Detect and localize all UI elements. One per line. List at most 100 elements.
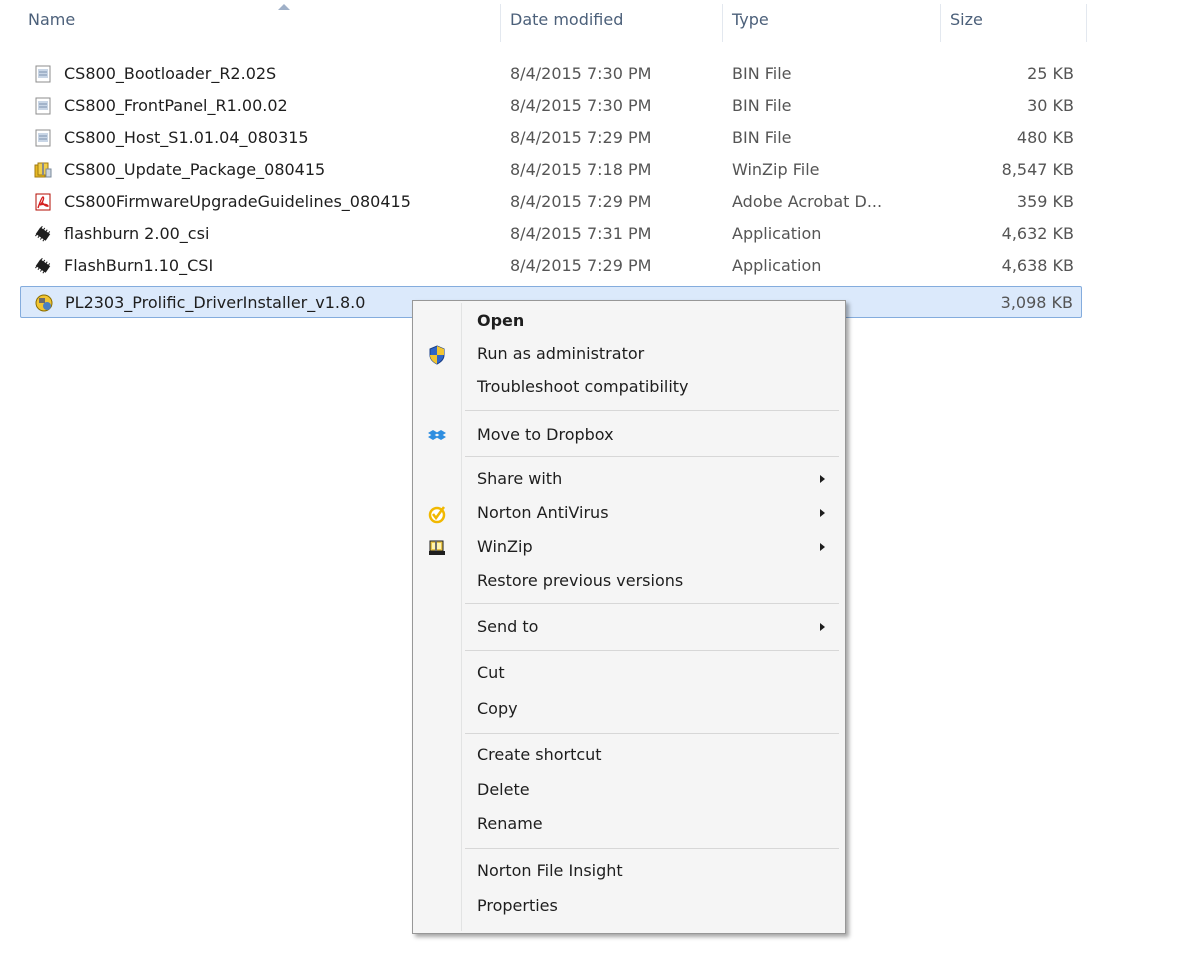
menu-item-label: Run as administrator [477, 344, 645, 363]
file-date: 8/4/2015 7:18 PM [510, 160, 652, 179]
file-size: 4,638 KB [1001, 256, 1074, 275]
file-date: 8/4/2015 7:30 PM [510, 64, 652, 83]
column-divider[interactable] [722, 4, 723, 42]
menu-item-share-with[interactable]: Share with [415, 463, 843, 495]
column-type-label: Type [732, 10, 769, 29]
menu-item-properties[interactable]: Properties [415, 890, 843, 922]
file-row[interactable]: CS800_Host_S1.01.04_080315 8/4/2015 7:29… [20, 122, 1082, 154]
menu-item-move-to-dropbox[interactable]: Move to Dropbox [415, 419, 843, 451]
uac-shield-icon [429, 345, 445, 365]
norton-check-icon [428, 506, 446, 524]
pdf-file-icon [35, 193, 51, 211]
file-date: 8/4/2015 7:29 PM [510, 256, 652, 275]
file-date: 8/4/2015 7:31 PM [510, 224, 652, 243]
file-name: FlashBurn1.10_CSI [64, 256, 214, 275]
file-name: CS800_FrontPanel_R1.00.02 [64, 96, 288, 115]
file-size: 25 KB [1027, 64, 1074, 83]
menu-item-restore-previous-versions[interactable]: Restore previous versions [415, 565, 843, 597]
file-row[interactable]: CS800_Bootloader_R2.02S 8/4/2015 7:30 PM… [20, 58, 1082, 90]
file-type: BIN File [732, 128, 792, 147]
chip-app-icon [35, 225, 51, 242]
winzip-file-icon [34, 162, 52, 178]
menu-item-troubleshoot-compatibility[interactable]: Troubleshoot compatibility [415, 371, 843, 403]
file-date: 8/4/2015 7:30 PM [510, 96, 652, 115]
menu-item-label: Copy [477, 699, 518, 718]
file-size: 480 KB [1016, 128, 1074, 147]
menu-item-label: Send to [477, 617, 539, 636]
bin-file-icon [35, 97, 51, 115]
file-type: Application [732, 224, 822, 243]
menu-item-label: Restore previous versions [477, 571, 684, 590]
menu-item-run-as-administrator[interactable]: Run as administrator [415, 338, 843, 370]
submenu-arrow-icon [820, 543, 825, 551]
file-row[interactable]: FlashBurn1.10_CSI 8/4/2015 7:29 PM Appli… [20, 250, 1082, 282]
column-size[interactable]: Size [942, 0, 1086, 44]
menu-separator [465, 848, 839, 849]
column-divider[interactable] [940, 4, 941, 42]
file-name: CS800FirmwareUpgradeGuidelines_080415 [64, 192, 411, 211]
bin-file-icon [35, 65, 51, 83]
winzip-icon [429, 540, 445, 555]
menu-separator [465, 603, 839, 604]
column-date-modified[interactable]: Date modified [502, 0, 722, 44]
menu-item-label: Properties [477, 896, 558, 915]
file-name: CS800_Host_S1.01.04_080315 [64, 128, 309, 147]
menu-separator [465, 733, 839, 734]
file-size: 8,547 KB [1001, 160, 1074, 179]
menu-item-label: Create shortcut [477, 745, 602, 764]
file-type: BIN File [732, 64, 792, 83]
column-name-label: Name [28, 10, 76, 29]
menu-item-label: Norton File Insight [477, 861, 623, 880]
file-type: BIN File [732, 96, 792, 115]
file-type: Application [732, 256, 822, 275]
column-size-label: Size [950, 10, 983, 29]
menu-item-label: Delete [477, 780, 530, 799]
file-name: flashburn 2.00_csi [64, 224, 210, 243]
menu-separator [465, 456, 839, 457]
menu-item-send-to[interactable]: Send to [415, 611, 843, 643]
file-name: PL2303_Prolific_DriverInstaller_v1.8.0 [65, 293, 366, 312]
column-name[interactable]: Name [20, 0, 510, 44]
column-date-label: Date modified [510, 10, 624, 29]
menu-item-norton-antivirus[interactable]: Norton AntiVirus [415, 497, 843, 529]
menu-item-label: Troubleshoot compatibility [477, 377, 689, 396]
menu-item-copy[interactable]: Copy [415, 693, 843, 725]
file-row[interactable]: CS800_FrontPanel_R1.00.02 8/4/2015 7:30 … [20, 90, 1082, 122]
column-divider[interactable] [1086, 4, 1087, 42]
file-date: 8/4/2015 7:29 PM [510, 192, 652, 211]
menu-item-cut[interactable]: Cut [415, 657, 843, 689]
menu-item-delete[interactable]: Delete [415, 774, 843, 806]
file-type: WinZip File [732, 160, 820, 179]
submenu-arrow-icon [820, 623, 825, 631]
file-size: 3,098 KB [1000, 293, 1073, 312]
sort-ascending-icon [278, 4, 290, 10]
menu-item-label: Share with [477, 469, 563, 488]
menu-separator [465, 650, 839, 651]
menu-item-norton-file-insight[interactable]: Norton File Insight [415, 855, 843, 887]
menu-item-label: Cut [477, 663, 505, 682]
menu-item-winzip[interactable]: WinZip [415, 531, 843, 563]
menu-separator [465, 410, 839, 411]
chip-app-icon [35, 257, 51, 274]
menu-item-rename[interactable]: Rename [415, 808, 843, 840]
submenu-arrow-icon [820, 475, 825, 483]
bin-file-icon [35, 129, 51, 147]
file-size: 359 KB [1016, 192, 1074, 211]
menu-item-label: Open [477, 311, 525, 330]
file-type: Adobe Acrobat D... [732, 192, 883, 211]
file-date: 8/4/2015 7:29 PM [510, 128, 652, 147]
menu-item-open[interactable]: Open [415, 305, 843, 337]
file-row[interactable]: flashburn 2.00_csi 8/4/2015 7:31 PM Appl… [20, 218, 1082, 250]
column-divider[interactable] [500, 4, 501, 42]
column-type[interactable]: Type [724, 0, 940, 44]
menu-item-label: Norton AntiVirus [477, 503, 609, 522]
file-name: CS800_Bootloader_R2.02S [64, 64, 277, 83]
file-row[interactable]: CS800FirmwareUpgradeGuidelines_080415 8/… [20, 186, 1082, 218]
menu-item-label: WinZip [477, 537, 533, 556]
context-menu: Open Run as administrator Troubleshoot c… [412, 300, 846, 934]
column-header: Name Date modified Type Size [0, 0, 1184, 44]
installer-icon [35, 294, 53, 312]
file-row[interactable]: CS800_Update_Package_080415 8/4/2015 7:1… [20, 154, 1082, 186]
menu-item-label: Move to Dropbox [477, 425, 614, 444]
menu-item-create-shortcut[interactable]: Create shortcut [415, 739, 843, 771]
